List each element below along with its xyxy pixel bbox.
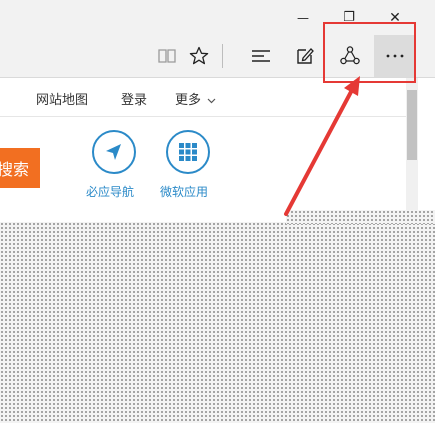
annotation-arrow [284,76,360,216]
